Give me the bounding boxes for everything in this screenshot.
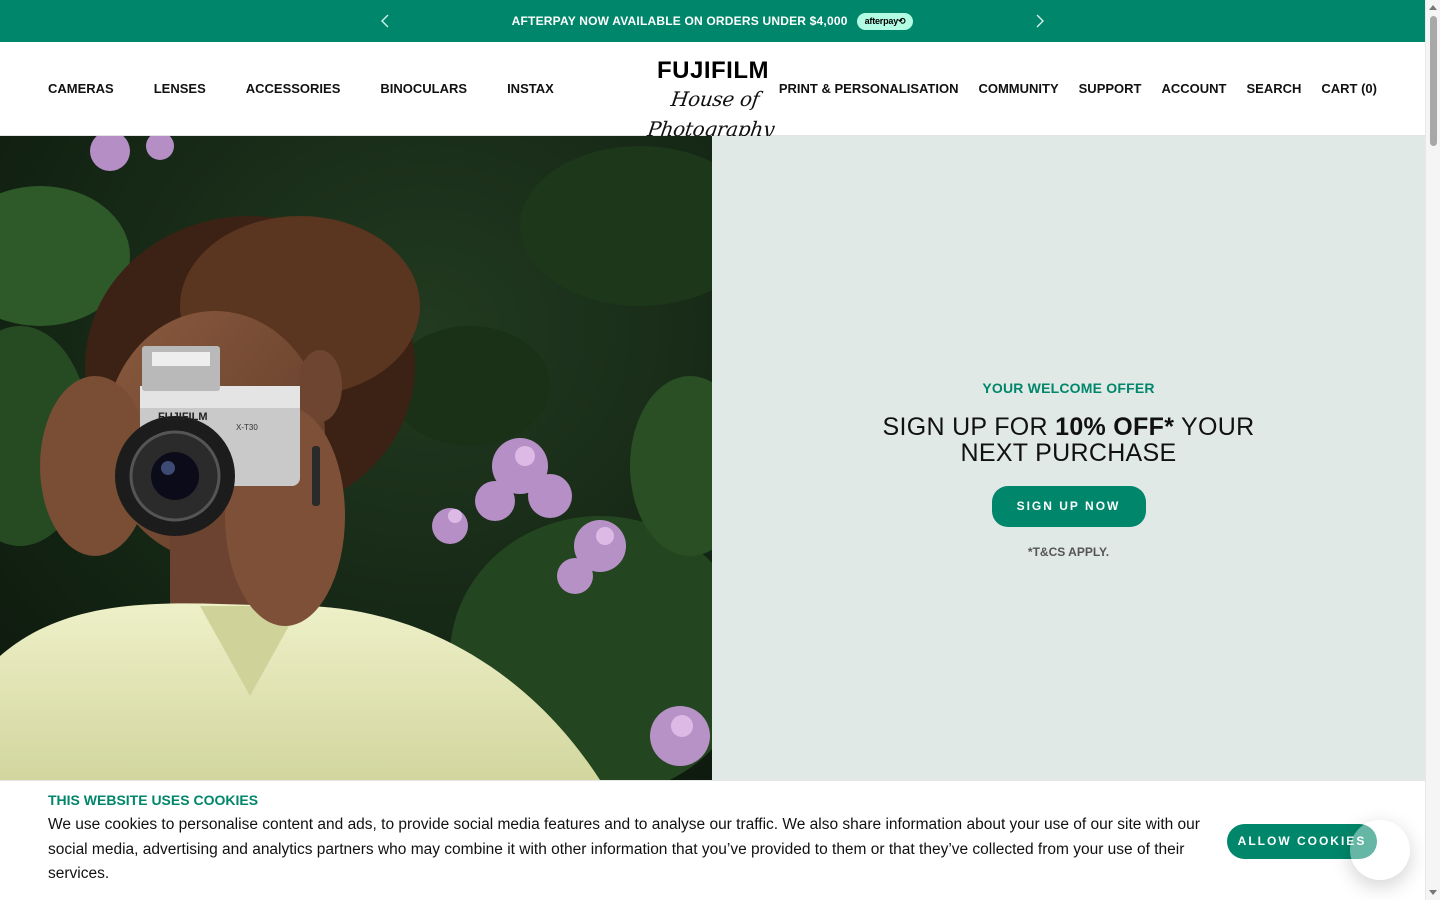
welcome-offer-panel: YOUR WELCOME OFFER SIGN UP FOR 10% OFF* … xyxy=(712,136,1425,780)
svg-text:FUJIFILM: FUJIFILM xyxy=(158,411,208,423)
welcome-offer: YOUR WELCOME OFFER SIGN UP FOR 10% OFF* … xyxy=(712,380,1425,559)
offer-kicker: YOUR WELCOME OFFER xyxy=(982,380,1155,396)
cookie-title: THIS WEBSITE USES COOKIES xyxy=(48,792,259,808)
nav-cart[interactable]: CART (0) xyxy=(1321,81,1377,96)
nav-support[interactable]: SUPPORT xyxy=(1079,81,1142,96)
nav-accessories[interactable]: ACCESSORIES xyxy=(246,81,341,96)
primary-nav: CAMERAS LENSES ACCESSORIES BINOCULARS IN… xyxy=(48,42,554,134)
chat-launcher[interactable] xyxy=(1350,820,1410,880)
cookie-text: We use cookies to personalise content an… xyxy=(48,816,1200,882)
logo-brand: FUJIFILM xyxy=(657,57,769,84)
announcement-message-row: AFTERPAY NOW AVAILABLE ON ORDERS UNDER $… xyxy=(0,0,1425,42)
offer-headline-bold: 10% OFF* xyxy=(1055,413,1175,441)
scroll-down-icon[interactable] xyxy=(1429,890,1437,895)
secondary-nav: PRINT & PERSONALISATION COMMUNITY SUPPOR… xyxy=(779,42,1377,134)
nav-account[interactable]: ACCOUNT xyxy=(1161,81,1226,96)
sign-up-button[interactable]: SIGN UP NOW xyxy=(991,486,1146,527)
nav-binoculars[interactable]: BINOCULARS xyxy=(380,81,467,96)
offer-headline-pre: SIGN UP FOR xyxy=(882,413,1056,441)
terms-note: *T&CS APPLY. xyxy=(1027,545,1110,559)
woman-with-camera-photo: FUJIFILM X-T30 xyxy=(0,136,712,780)
chevron-right-icon[interactable] xyxy=(1027,9,1051,33)
nav-print-personalisation[interactable]: PRINT & PERSONALISATION xyxy=(779,81,959,96)
cookie-banner: THIS WEBSITE USES COOKIES We use cookies… xyxy=(0,780,1425,900)
scroll-up-icon[interactable] xyxy=(1429,5,1437,10)
scrollbar-thumb[interactable] xyxy=(1430,16,1437,146)
site-header: CAMERAS LENSES ACCESSORIES BINOCULARS IN… xyxy=(0,42,1425,142)
offer-headline: SIGN UP FOR 10% OFF* YOUR NEXT PURCHASE xyxy=(859,414,1279,466)
nav-cameras[interactable]: CAMERAS xyxy=(48,81,114,96)
nav-lenses[interactable]: LENSES xyxy=(154,81,206,96)
announcement-bar: AFTERPAY NOW AVAILABLE ON ORDERS UNDER $… xyxy=(0,0,1425,42)
nav-search[interactable]: SEARCH xyxy=(1246,81,1301,96)
hero-image: FUJIFILM X-T30 xyxy=(0,136,712,780)
page-scrollbar[interactable] xyxy=(1425,0,1440,900)
afterpay-badge: afterpay⟲ xyxy=(856,12,914,30)
site-logo[interactable]: FUJIFILM House of Photography xyxy=(622,57,804,142)
svg-text:X-T30: X-T30 xyxy=(236,423,258,432)
nav-instax[interactable]: INSTAX xyxy=(507,81,554,96)
nav-community[interactable]: COMMUNITY xyxy=(978,81,1058,96)
announcement-text[interactable]: AFTERPAY NOW AVAILABLE ON ORDERS UNDER $… xyxy=(512,14,848,28)
